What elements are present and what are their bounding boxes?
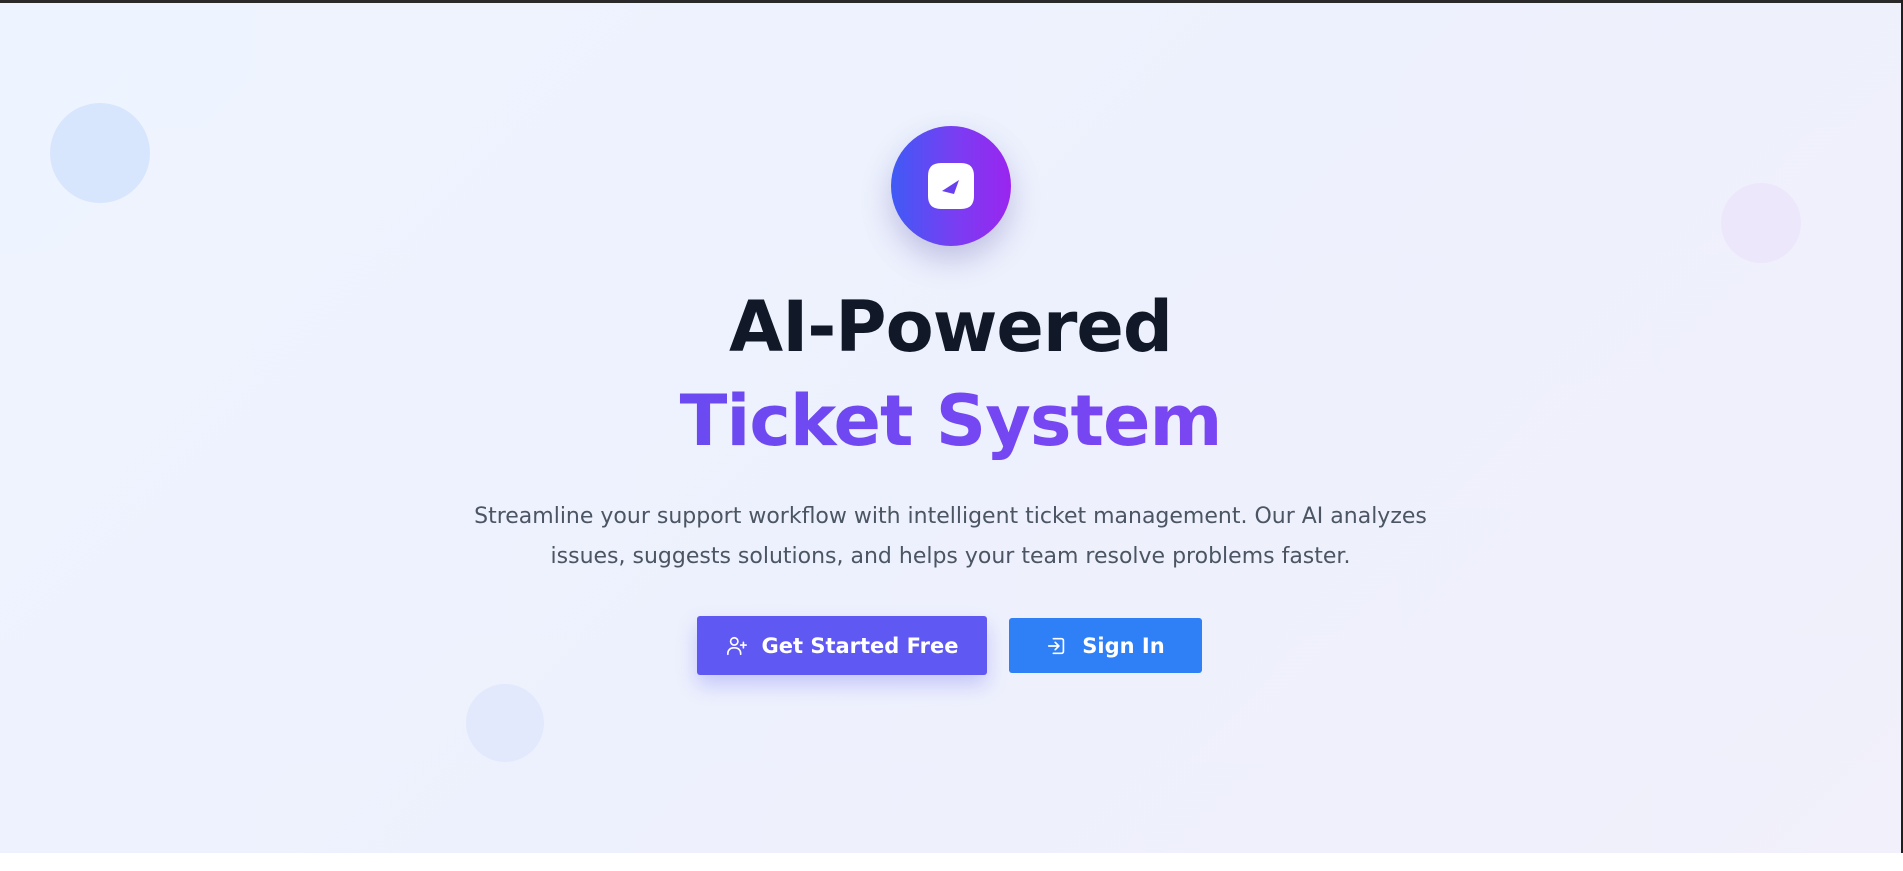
hero-title-line-2: Ticket System: [0, 381, 1901, 461]
hero-title-line-1: AI-Powered: [729, 286, 1173, 368]
gauge-icon: [925, 160, 977, 212]
get-started-label: Get Started Free: [761, 633, 959, 658]
sign-in-label: Sign In: [1082, 633, 1165, 658]
sign-in-button[interactable]: Sign In: [1009, 618, 1202, 673]
sign-in-icon: [1046, 635, 1068, 657]
landing-page: AI-Powered Ticket System Streamline your…: [0, 0, 1903, 871]
decorative-circle: [1721, 183, 1801, 263]
decorative-circle: [466, 684, 544, 762]
user-plus-icon: [726, 635, 748, 657]
get-started-button[interactable]: Get Started Free: [697, 616, 987, 675]
decorative-circle: [50, 103, 150, 203]
hero-section: AI-Powered Ticket System Streamline your…: [0, 3, 1901, 853]
app-logo: [891, 126, 1011, 246]
hero-description: Streamline your support workflow with in…: [474, 504, 1427, 569]
